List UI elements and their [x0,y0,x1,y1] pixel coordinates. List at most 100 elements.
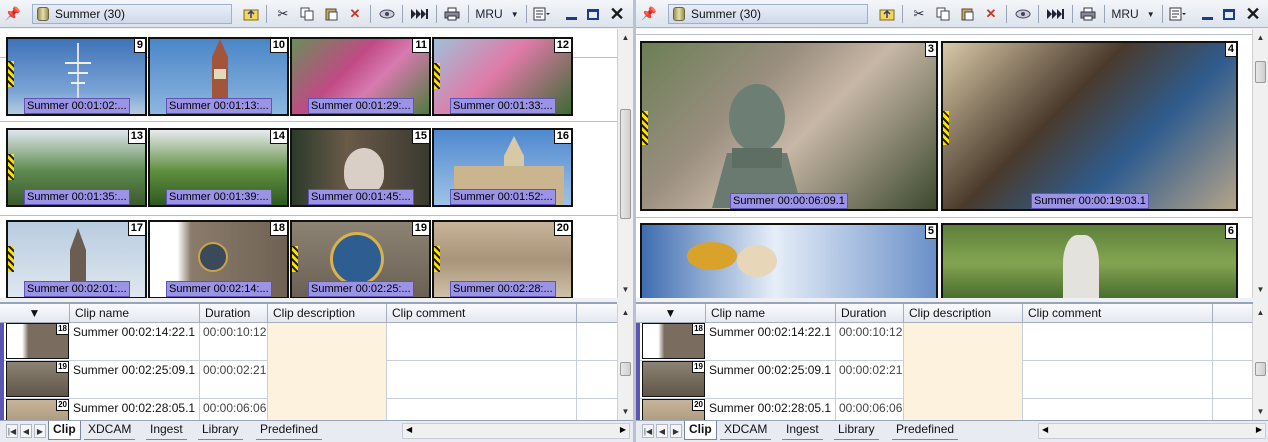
maximize-icon[interactable] [584,3,602,25]
tab-ingest[interactable]: Ingest [782,421,823,440]
next-tab-icon[interactable]: ▶ [670,424,682,438]
first-tab-icon[interactable]: |◀ [6,424,18,438]
scroll-right-icon[interactable]: ▶ [1256,425,1262,434]
col-clip-description[interactable]: Clip description [268,304,387,323]
clip-tile[interactable]: 11 Summer 00:01:29:... [290,37,431,116]
thumbnail-scrollbar[interactable]: ▲ ▼ [617,29,633,298]
clip-tile[interactable]: 5 [640,223,938,298]
minimize-icon[interactable] [562,3,580,25]
clip-tile[interactable]: 15 Summer 00:01:45:... [290,128,431,207]
comment-cell[interactable] [387,323,577,361]
clip-tile[interactable]: 6 [941,223,1238,298]
sort-icon[interactable]: ▼ [636,304,706,323]
cut-icon[interactable]: ✂ [272,3,294,25]
thumbnail-scrollbar[interactable]: ▲ ▼ [1252,29,1268,298]
description-cell[interactable] [268,361,387,399]
col-clip-name[interactable]: Clip name [70,304,200,323]
clip-tile[interactable]: 13 Summer 00:01:35:... [6,128,147,207]
clip-tile[interactable]: 14 Summer 00:01:39:... [148,128,289,207]
clip-tile[interactable]: 18 Summer 00:02:14:... [148,220,289,298]
tab-clip[interactable]: Clip [48,421,81,440]
description-cell[interactable] [904,361,1023,399]
tab-xdcam[interactable]: XDCAM [84,421,136,440]
clip-tile[interactable]: 4 Summer 00:00:19:03.1 [941,41,1238,211]
print-icon[interactable] [1076,3,1100,25]
bin-title-box[interactable]: Summer (30) [32,4,232,24]
scroll-up-icon[interactable]: ▲ [1254,31,1267,44]
prev-tab-icon[interactable]: ◀ [20,424,32,438]
copy-icon[interactable] [932,3,954,25]
clip-tile[interactable]: 9 Summer 00:01:02:... [6,37,147,116]
clip-tile[interactable]: 17 Summer 00:02:01:... [6,220,147,298]
thumbnail-view[interactable]: 9 Summer 00:01:02:... 10 Summer 00:01:13… [0,29,617,298]
comment-cell[interactable] [1023,323,1213,361]
table-row[interactable]: 18 Summer 00:02:14:22.1 00:00:10:12 [636,323,1253,361]
clip-tile[interactable]: 3 Summer 00:00:06:09.1 [640,41,938,211]
scroll-thumb[interactable] [620,109,631,219]
col-duration[interactable]: Duration [836,304,904,323]
next-tab-icon[interactable]: ▶ [34,424,46,438]
tab-library[interactable]: Library [198,421,243,440]
col-clip-comment[interactable]: Clip comment [387,304,577,323]
view-icon[interactable] [376,3,398,25]
scroll-down-icon[interactable]: ▼ [1254,283,1267,296]
bin-title-box[interactable]: Summer (30) [668,4,868,24]
comment-cell[interactable] [1023,361,1213,399]
grid-scrollbar[interactable]: ▲ ▼ [617,304,633,420]
play-icon[interactable] [1044,3,1068,25]
scroll-down-icon[interactable]: ▼ [619,405,632,418]
close-icon[interactable]: ✕ [1242,3,1264,25]
col-duration[interactable]: Duration [200,304,268,323]
maximize-icon[interactable] [1220,3,1238,25]
col-clip-comment[interactable]: Clip comment [1023,304,1213,323]
mru-dropdown[interactable]: MRU ▼ [472,3,522,25]
table-row[interactable]: 19 Summer 00:02:25:09.1 00:00:02:21 [636,361,1253,399]
thumbnail-view[interactable]: 3 Summer 00:00:06:09.1 4 Summer 00:00:19… [636,29,1253,298]
cut-icon[interactable]: ✂ [908,3,930,25]
scroll-thumb[interactable] [620,362,631,376]
print-icon[interactable] [440,3,464,25]
scroll-right-icon[interactable]: ▶ [620,425,626,434]
tab-ingest[interactable]: Ingest [146,421,187,440]
col-clip-description[interactable]: Clip description [904,304,1023,323]
scroll-down-icon[interactable]: ▼ [1254,405,1267,418]
view-icon[interactable] [1012,3,1034,25]
properties-icon[interactable] [1166,3,1190,25]
pin-icon[interactable]: 📌 [2,3,24,25]
copy-icon[interactable] [296,3,318,25]
comment-cell[interactable] [387,361,577,399]
clip-tile[interactable]: 19 Summer 00:02:25:... [290,220,431,298]
clip-tile[interactable]: 10 Summer 00:01:13:... [148,37,289,116]
sort-icon[interactable]: ▼ [0,304,70,323]
col-clip-name[interactable]: Clip name [706,304,836,323]
delete-icon[interactable]: ✕ [980,3,1002,25]
table-row[interactable]: 18 Summer 00:02:14:22.1 00:00:10:12 [0,323,617,361]
prev-tab-icon[interactable]: ◀ [656,424,668,438]
first-tab-icon[interactable]: |◀ [642,424,654,438]
paste-icon[interactable] [956,3,978,25]
tab-library[interactable]: Library [834,421,879,440]
scroll-up-icon[interactable]: ▲ [619,306,632,319]
clip-tile[interactable]: 16 Summer 00:01:52:... [432,128,573,207]
pin-icon[interactable]: 📌 [638,3,660,25]
minimize-icon[interactable] [1198,3,1216,25]
tab-clip[interactable]: Clip [684,421,717,440]
tab-predefined[interactable]: Predefined [892,421,959,440]
tab-predefined[interactable]: Predefined [256,421,323,440]
paste-icon[interactable] [320,3,342,25]
play-icon[interactable] [408,3,432,25]
up-folder-icon[interactable] [876,3,898,25]
scroll-up-icon[interactable]: ▲ [619,31,632,44]
scroll-thumb[interactable] [1255,61,1266,83]
up-folder-icon[interactable] [240,3,262,25]
description-cell[interactable] [904,323,1023,361]
mru-dropdown[interactable]: MRU ▼ [1108,3,1158,25]
grid-scrollbar[interactable]: ▲ ▼ [1252,304,1268,420]
horizontal-scrollbar[interactable]: ◀ ▶ [402,423,630,439]
scroll-left-icon[interactable]: ◀ [1042,425,1048,434]
properties-icon[interactable] [530,3,554,25]
horizontal-scrollbar[interactable]: ◀ ▶ [1038,423,1266,439]
close-icon[interactable]: ✕ [606,3,628,25]
scroll-thumb[interactable] [1255,362,1266,376]
description-cell[interactable] [268,323,387,361]
